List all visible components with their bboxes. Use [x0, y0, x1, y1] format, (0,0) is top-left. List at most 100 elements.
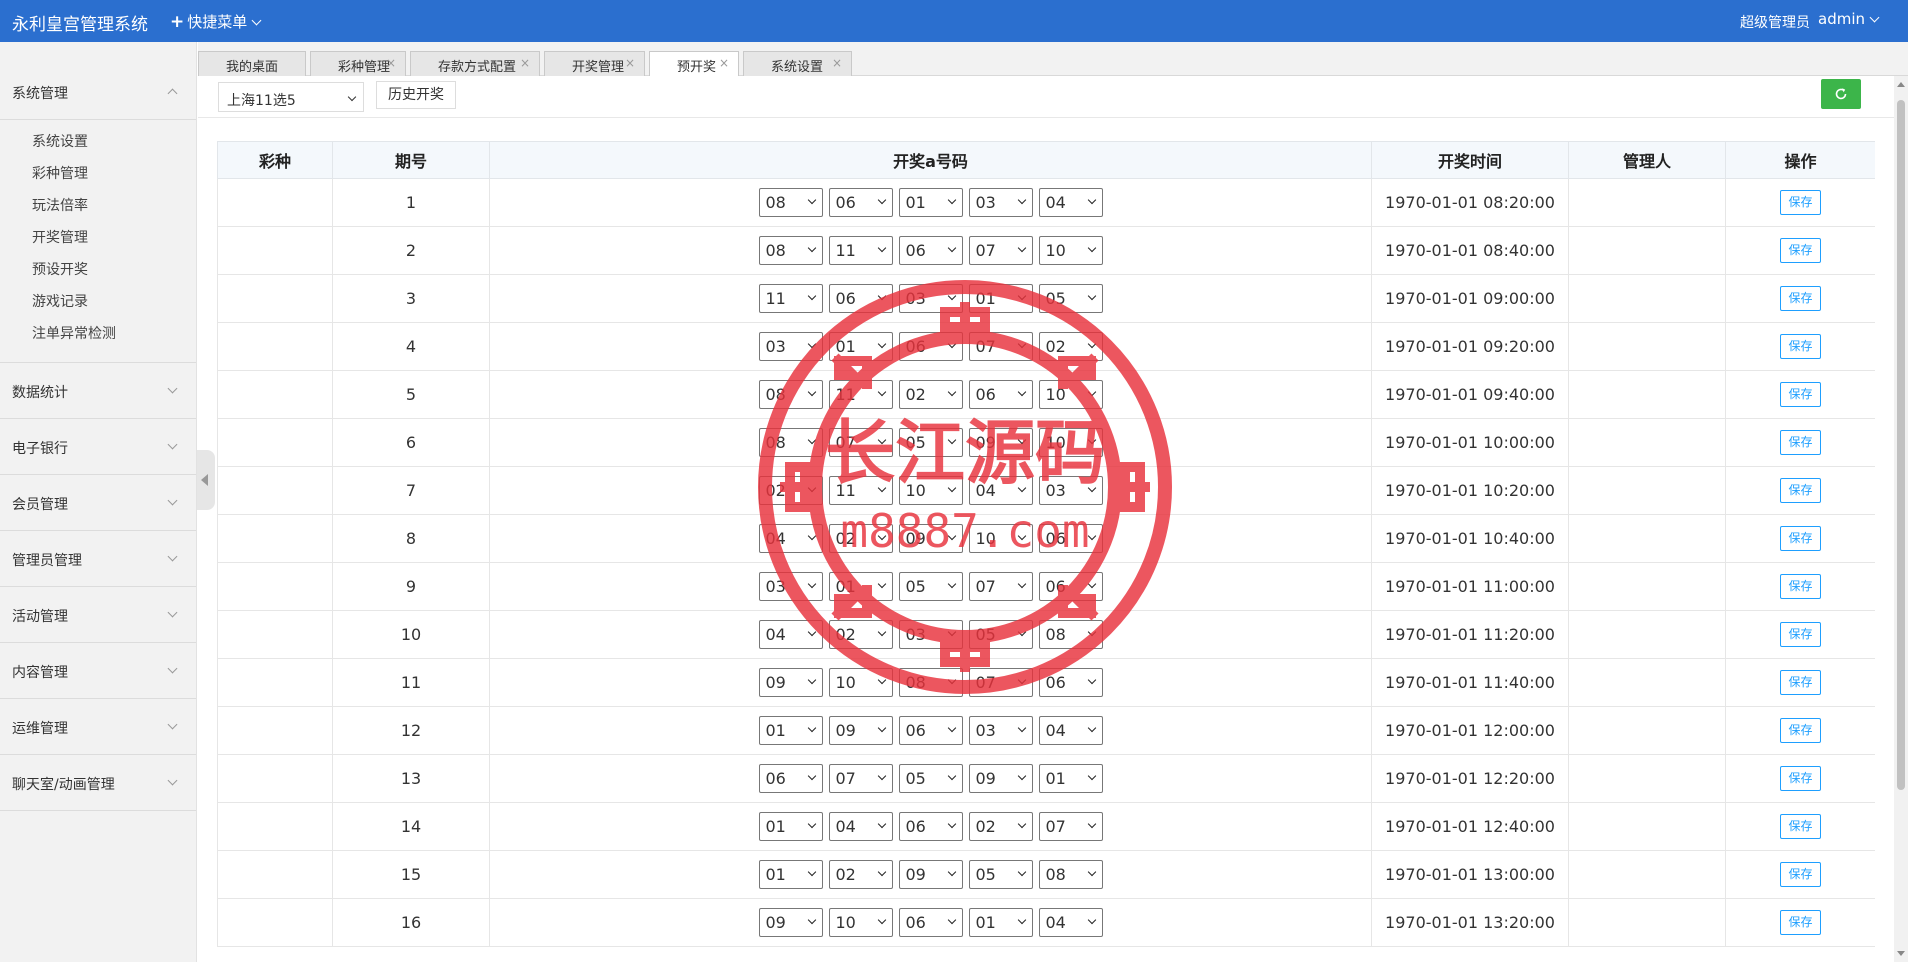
- number-select[interactable]: 10: [828, 908, 893, 937]
- number-select[interactable]: 03: [758, 332, 823, 361]
- scroll-down-arrow[interactable]: [1897, 951, 1905, 956]
- lottery-select[interactable]: 上海11选5: [218, 82, 364, 112]
- save-button[interactable]: 保存: [1780, 718, 1821, 743]
- number-select[interactable]: 06: [898, 236, 963, 265]
- number-select[interactable]: 01: [898, 188, 963, 217]
- number-select[interactable]: 03: [758, 572, 823, 601]
- number-select[interactable]: 05: [898, 572, 963, 601]
- number-select[interactable]: 04: [758, 524, 823, 553]
- tab[interactable]: 开奖管理 ×: [544, 51, 645, 76]
- sidebar-item[interactable]: 预设开奖: [0, 254, 196, 286]
- number-select[interactable]: 02: [968, 812, 1033, 841]
- sidebar-item[interactable]: 游戏记录: [0, 286, 196, 318]
- number-select[interactable]: 06: [1038, 572, 1103, 601]
- number-select[interactable]: 04: [968, 476, 1033, 505]
- number-select[interactable]: 08: [1038, 860, 1103, 889]
- save-button[interactable]: 保存: [1780, 814, 1821, 839]
- number-select[interactable]: 09: [828, 716, 893, 745]
- sidebar-group[interactable]: 电子银行: [0, 419, 196, 475]
- number-select[interactable]: 01: [828, 332, 893, 361]
- number-select[interactable]: 08: [758, 236, 823, 265]
- tab[interactable]: 预开奖 ×: [649, 51, 739, 77]
- number-select[interactable]: 06: [828, 188, 893, 217]
- save-button[interactable]: 保存: [1780, 478, 1821, 503]
- number-select[interactable]: 04: [828, 812, 893, 841]
- number-select[interactable]: 03: [898, 284, 963, 313]
- sidebar-item[interactable]: 彩种管理: [0, 158, 196, 190]
- scroll-up-arrow[interactable]: [1897, 82, 1905, 87]
- number-select[interactable]: 02: [1038, 332, 1103, 361]
- number-select[interactable]: 09: [898, 524, 963, 553]
- sidebar-group[interactable]: 管理员管理: [0, 531, 196, 587]
- save-button[interactable]: 保存: [1780, 574, 1821, 599]
- number-select[interactable]: 09: [968, 428, 1033, 457]
- number-select[interactable]: 10: [1038, 380, 1103, 409]
- number-select[interactable]: 07: [1038, 812, 1103, 841]
- number-select[interactable]: 08: [898, 668, 963, 697]
- sidebar-item[interactable]: 开奖管理: [0, 222, 196, 254]
- number-select[interactable]: 07: [968, 668, 1033, 697]
- number-select[interactable]: 03: [898, 620, 963, 649]
- sidebar-group[interactable]: 内容管理: [0, 643, 196, 699]
- tab[interactable]: 我的桌面: [198, 51, 306, 76]
- number-select[interactable]: 07: [828, 428, 893, 457]
- number-select[interactable]: 10: [968, 524, 1033, 553]
- number-select[interactable]: 03: [1038, 476, 1103, 505]
- sidebar-group[interactable]: 会员管理: [0, 475, 196, 531]
- number-select[interactable]: 01: [758, 812, 823, 841]
- vertical-scrollbar[interactable]: [1894, 76, 1908, 962]
- save-button[interactable]: 保存: [1780, 862, 1821, 887]
- sidebar-group[interactable]: 活动管理: [0, 587, 196, 643]
- number-select[interactable]: 08: [758, 188, 823, 217]
- number-select[interactable]: 08: [1038, 620, 1103, 649]
- tab[interactable]: 系统设置 ×: [743, 51, 852, 76]
- number-select[interactable]: 09: [758, 908, 823, 937]
- scroll-thumb[interactable]: [1897, 100, 1905, 790]
- number-select[interactable]: 06: [898, 812, 963, 841]
- number-select[interactable]: 03: [968, 716, 1033, 745]
- history-draw-button[interactable]: 历史开奖: [376, 81, 456, 109]
- number-select[interactable]: 06: [828, 284, 893, 313]
- number-select[interactable]: 02: [828, 860, 893, 889]
- number-select[interactable]: 04: [1038, 908, 1103, 937]
- number-select[interactable]: 02: [828, 620, 893, 649]
- number-select[interactable]: 06: [758, 764, 823, 793]
- number-select[interactable]: 01: [1038, 764, 1103, 793]
- save-button[interactable]: 保存: [1780, 526, 1821, 551]
- save-button[interactable]: 保存: [1780, 622, 1821, 647]
- number-select[interactable]: 02: [828, 524, 893, 553]
- number-select[interactable]: 06: [898, 716, 963, 745]
- number-select[interactable]: 08: [758, 380, 823, 409]
- save-button[interactable]: 保存: [1780, 334, 1821, 359]
- tab[interactable]: 存款方式配置 ×: [410, 51, 540, 76]
- save-button[interactable]: 保存: [1780, 430, 1821, 455]
- number-select[interactable]: 04: [1038, 716, 1103, 745]
- number-select[interactable]: 06: [1038, 524, 1103, 553]
- close-icon[interactable]: ×: [520, 56, 530, 70]
- quick-menu-button[interactable]: + 快捷菜单: [170, 11, 262, 32]
- save-button[interactable]: 保存: [1780, 670, 1821, 695]
- close-icon[interactable]: ×: [386, 56, 396, 70]
- number-select[interactable]: 05: [968, 620, 1033, 649]
- number-select[interactable]: 11: [828, 236, 893, 265]
- number-select[interactable]: 02: [898, 380, 963, 409]
- number-select[interactable]: 05: [1038, 284, 1103, 313]
- sidebar-group[interactable]: 聊天室/动画管理: [0, 755, 196, 811]
- number-select[interactable]: 05: [898, 428, 963, 457]
- number-select[interactable]: 06: [1038, 668, 1103, 697]
- number-select[interactable]: 03: [968, 188, 1033, 217]
- sidebar-group[interactable]: 数据统计: [0, 363, 196, 419]
- sidebar-group-system[interactable]: 系统管理: [0, 64, 196, 120]
- number-select[interactable]: 05: [898, 764, 963, 793]
- number-select[interactable]: 11: [828, 380, 893, 409]
- number-select[interactable]: 08: [758, 428, 823, 457]
- number-select[interactable]: 11: [758, 284, 823, 313]
- number-select[interactable]: 11: [828, 476, 893, 505]
- number-select[interactable]: 10: [898, 476, 963, 505]
- number-select[interactable]: 06: [968, 380, 1033, 409]
- tab[interactable]: 彩种管理 ×: [310, 51, 406, 76]
- number-select[interactable]: 06: [898, 908, 963, 937]
- refresh-button[interactable]: [1821, 79, 1861, 109]
- number-select[interactable]: 09: [898, 860, 963, 889]
- sidebar-item[interactable]: 注单异常检测: [0, 318, 196, 350]
